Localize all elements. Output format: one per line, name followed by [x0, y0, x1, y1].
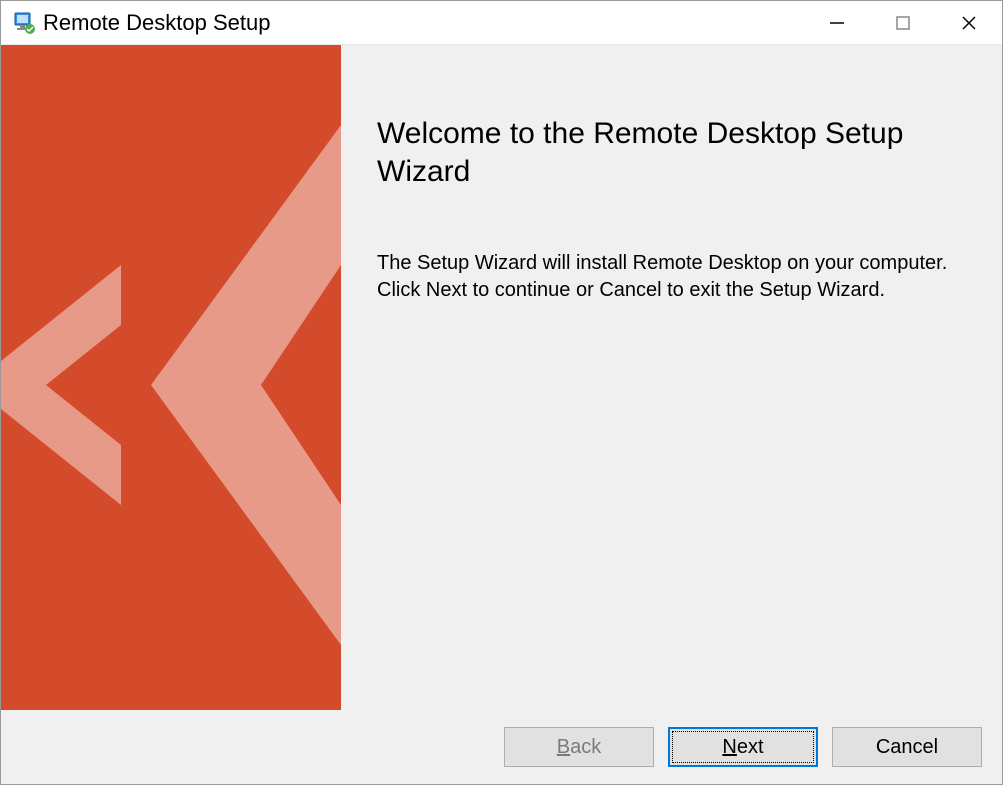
back-label-rest: ack [570, 736, 601, 758]
cancel-label: Cancel [876, 736, 938, 759]
installer-icon [11, 10, 37, 36]
wizard-body-text: The Setup Wizard will install Remote Des… [377, 250, 957, 304]
back-button: Back [504, 727, 654, 767]
next-label-rest: ext [737, 736, 764, 758]
next-button[interactable]: Next [668, 727, 818, 767]
cancel-button[interactable]: Cancel [832, 727, 982, 767]
minimize-button[interactable] [804, 1, 870, 45]
wizard-heading: Welcome to the Remote Desktop Setup Wiza… [377, 115, 966, 190]
installer-window: Remote Desktop Setup [0, 0, 1003, 785]
maximize-button[interactable] [870, 1, 936, 45]
footer: Back Next Cancel [1, 710, 1002, 784]
close-button[interactable] [936, 1, 1002, 45]
titlebar: Remote Desktop Setup [1, 1, 1002, 45]
banner-graphic [1, 45, 341, 710]
window-title: Remote Desktop Setup [43, 10, 270, 36]
content-area: Welcome to the Remote Desktop Setup Wiza… [1, 45, 1002, 710]
main-panel: Welcome to the Remote Desktop Setup Wiza… [341, 45, 1002, 710]
